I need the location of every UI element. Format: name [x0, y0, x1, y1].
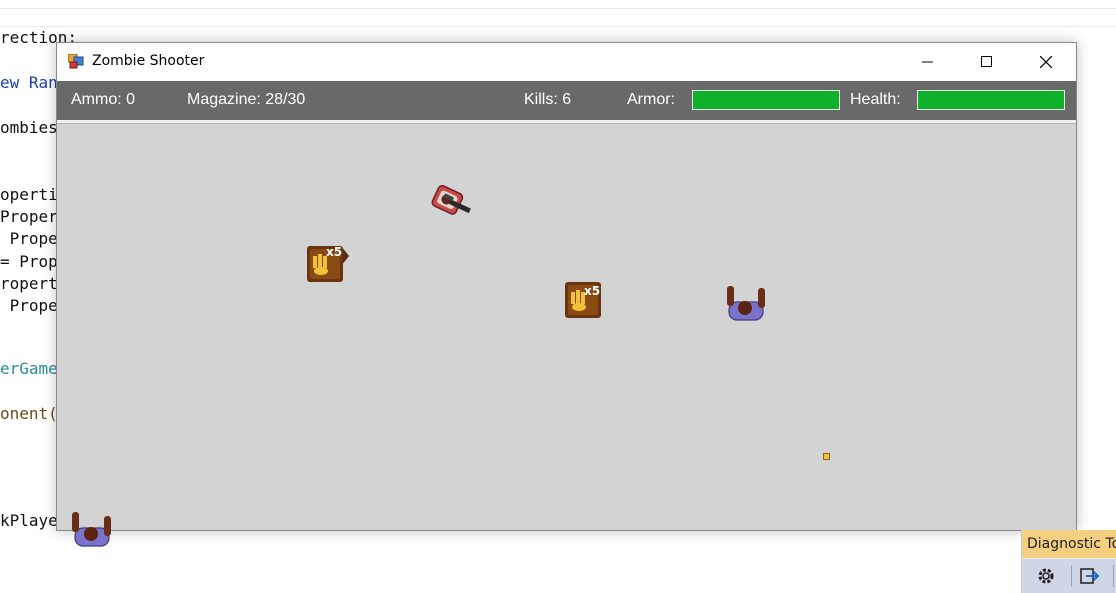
- close-icon: [1040, 56, 1052, 68]
- code-line: ropert: [0, 274, 58, 293]
- toolbar-divider: [1113, 565, 1114, 587]
- ammo-crate-label: x5: [584, 284, 600, 298]
- window-title: Zombie Shooter: [92, 53, 205, 69]
- health-label: Health:: [850, 91, 901, 108]
- minimize-button[interactable]: [899, 43, 957, 81]
- code-line: erGame: [0, 359, 58, 378]
- ammo-crate-icon: x5: [307, 245, 349, 282]
- maximize-button[interactable]: [958, 43, 1016, 81]
- diagnostic-tools-panel: Diagnostic To: [1021, 530, 1116, 593]
- health-bar-fill: [918, 91, 1064, 109]
- title-bar[interactable]: Zombie Shooter: [57, 43, 1076, 81]
- editor-top-divider: [0, 26, 1116, 27]
- zombie-icon: [72, 512, 111, 547]
- export-icon: [1080, 568, 1100, 584]
- code-line: ombies: [0, 118, 58, 137]
- magazine-label: Magazine: 28/30: [187, 91, 306, 108]
- maximize-icon: [981, 56, 992, 67]
- ammo-crate-label: x5: [326, 245, 342, 259]
- app-form-icon: [68, 54, 84, 69]
- bullet-icon: [823, 453, 830, 460]
- diagnostic-toolbar: [1022, 559, 1116, 593]
- armor-bar-fill: [693, 91, 839, 109]
- ammo-label: Ammo: 0: [71, 91, 136, 108]
- minimize-icon: [922, 61, 933, 63]
- editor-top-border: [0, 0, 1116, 9]
- gear-icon: [1038, 568, 1054, 584]
- code-line: onent(: [0, 404, 58, 423]
- close-button[interactable]: [1017, 43, 1075, 81]
- game-field[interactable]: x5 x5: [57, 124, 1076, 547]
- zombie-icon: [727, 286, 765, 321]
- export-button[interactable]: [1078, 564, 1102, 588]
- armor-label: Armor:: [627, 91, 675, 108]
- health-progress-bar: [917, 90, 1065, 110]
- settings-button[interactable]: [1034, 564, 1058, 588]
- diagnostic-tools-title: Diagnostic To: [1027, 536, 1116, 552]
- toolbar-divider: [1071, 565, 1072, 587]
- hud-bar: Ammo: 0 Magazine: 28/30 Kills: 6 Armor: …: [57, 81, 1076, 120]
- code-line: kPlaye: [0, 511, 58, 530]
- ammo-crate-icon: x5: [565, 282, 601, 318]
- armor-progress-bar: [692, 90, 840, 110]
- player-with-gun-icon: [431, 184, 471, 215]
- game-window: Zombie Shooter Ammo: 0 Magazine: 28/30 K…: [56, 42, 1077, 547]
- diagnostic-tools-tab[interactable]: Diagnostic To: [1022, 530, 1116, 558]
- kills-label: Kills: 6: [524, 91, 572, 108]
